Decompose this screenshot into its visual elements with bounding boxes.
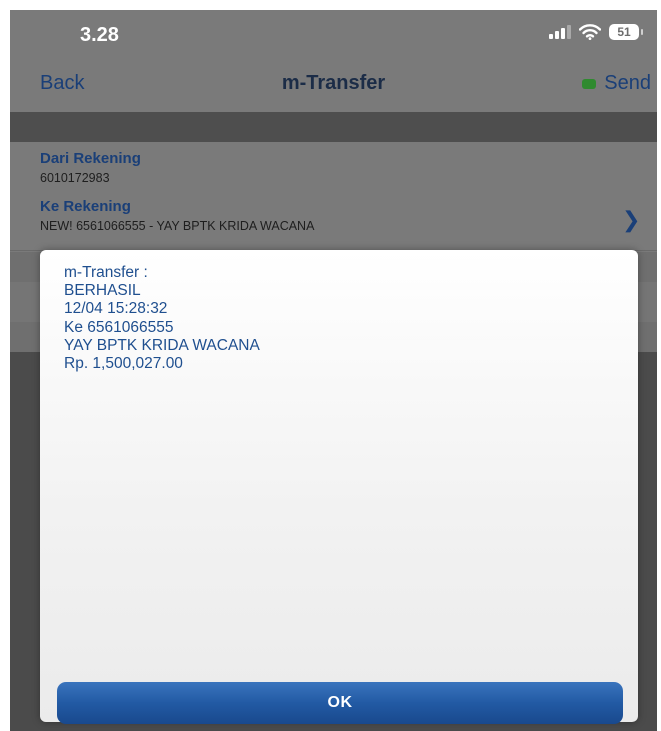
dialog-datetime-line: 12/04 15:28:32 <box>64 300 168 318</box>
status-icons: 51 <box>549 24 643 40</box>
dialog-recipient-line: YAY BPTK KRIDA WACANA <box>64 336 260 354</box>
dialog-title-line: m-Transfer : <box>64 264 148 281</box>
nav-bar: Back m-Transfer Send <box>10 60 657 112</box>
app-screen: 3.28 51 Back m-Transfer Send Dari Rekeni… <box>10 10 657 731</box>
to-account-label: Ke Rekening <box>40 198 131 215</box>
battery-icon: 51 <box>609 24 643 40</box>
send-button[interactable]: Send <box>582 72 651 95</box>
wifi-icon <box>579 24 601 40</box>
from-account-label: Dari Rekening <box>40 150 141 167</box>
result-dialog: m-Transfer : BERHASIL 12/04 15:28:32 Ke … <box>40 250 638 724</box>
chevron-right-icon: ❯ <box>622 207 641 232</box>
status-time: 3.28 <box>80 24 119 46</box>
transfer-form: Dari Rekening 6010172983 Ke Rekening NEW… <box>10 142 657 252</box>
to-account-value: NEW! 6561066555 - YAY BPTK KRIDA WACANA <box>40 219 315 233</box>
signal-icon <box>549 25 571 39</box>
dialog-status-line: BERHASIL <box>64 282 141 300</box>
ok-button[interactable]: OK <box>57 682 623 724</box>
dialog-amount-line: Rp. 1,500,027.00 <box>64 355 183 373</box>
dialog-destination-line: Ke 6561066555 <box>64 318 174 336</box>
header-divider <box>10 112 657 142</box>
send-indicator-icon <box>582 78 597 89</box>
dialog-message: m-Transfer : BERHASIL 12/04 15:28:32 Ke … <box>64 264 260 373</box>
status-bar: 3.28 51 <box>10 10 657 60</box>
send-label: Send <box>604 72 651 94</box>
from-account-value: 6010172983 <box>40 171 110 185</box>
page-title: m-Transfer <box>281 72 386 94</box>
